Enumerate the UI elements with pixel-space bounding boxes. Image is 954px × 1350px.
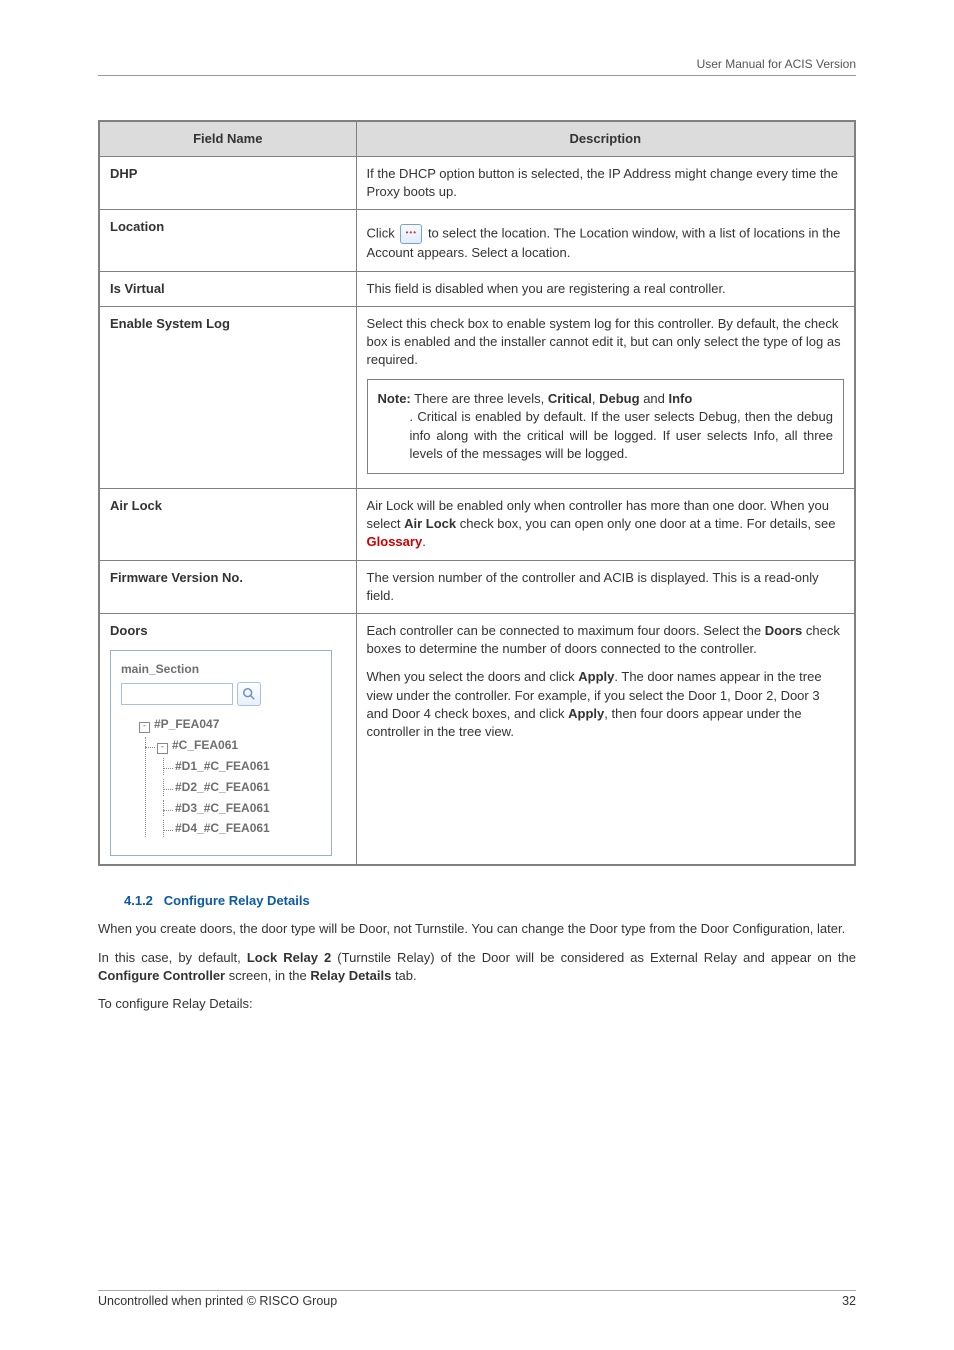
collapse-icon[interactable]: - [139,722,150,733]
field-label: Doors main_Section -#P_FEA047 [99,613,356,865]
field-label: Air Lock [99,489,356,561]
tree-root-label: main_Section [121,662,199,676]
table-header-row: Field Name Description [99,121,855,157]
field-desc: Select this check box to enable system l… [356,306,855,488]
footer-page-number: 32 [842,1293,856,1311]
field-label: Is Virtual [99,271,356,306]
browse-icon[interactable] [400,224,422,244]
tree-search-row [121,682,321,706]
body-paragraph: When you create doors, the door type wil… [98,920,856,938]
section-number: 4.1.2 [124,893,153,908]
search-input[interactable] [121,683,233,705]
field-desc: This field is disabled when you are regi… [356,271,855,306]
note-box: Note: There are three levels, Critical, … [367,379,844,474]
section-heading: 4.1.2 Configure Relay Details [98,892,856,910]
search-icon[interactable] [237,682,261,706]
page-header: User Manual for ACIS Version [98,56,856,80]
field-desc: The version number of the controller and… [356,560,855,613]
tree-leaf[interactable]: #D1_#C_FEA061 [157,758,321,775]
field-label: Enable System Log [99,306,356,488]
table-row: Is Virtual This field is disabled when y… [99,271,855,306]
page-footer: Uncontrolled when printed © RISCO Group … [98,1290,856,1311]
tree-node[interactable]: -#P_FEA047 -#C_FEA061 #D1_#C_FEA061 #D2_… [121,716,321,837]
header-title: User Manual for ACIS Version [697,57,856,71]
field-desc: Air Lock will be enabled only when contr… [356,489,855,561]
tree-node[interactable]: -#C_FEA061 #D1_#C_FEA061 #D2_#C_FEA061 #… [139,737,321,837]
field-desc: Each controller can be connected to maxi… [356,613,855,865]
tree-leaf[interactable]: #D3_#C_FEA061 [157,800,321,817]
page: User Manual for ACIS Version Field Name … [0,0,954,1350]
col-description: Description [356,121,855,157]
table-row: DHP If the DHCP option button is selecte… [99,156,855,209]
section-title: Configure Relay Details [164,893,310,908]
glossary-link[interactable]: Glossary [367,534,423,549]
col-field-name: Field Name [99,121,356,157]
body-paragraph: To configure Relay Details: [98,995,856,1013]
tree-view: main_Section -#P_FEA047 [110,650,332,856]
table-row: Enable System Log Select this check box … [99,306,855,488]
field-description-table: Field Name Description DHP If the DHCP o… [98,120,856,866]
footer-left: Uncontrolled when printed © RISCO Group [98,1293,337,1311]
field-label: Location [99,210,356,271]
table-row: Doors main_Section -#P_FEA047 [99,613,855,865]
collapse-icon[interactable]: - [157,743,168,754]
table-row: Location Click to select the location. T… [99,210,855,271]
tree-leaf[interactable]: #D4_#C_FEA061 [157,820,321,837]
field-label: DHP [99,156,356,209]
table-row: Firmware Version No. The version number … [99,560,855,613]
body-paragraph: In this case, by default, Lock Relay 2 (… [98,949,856,985]
table-row: Air Lock Air Lock will be enabled only w… [99,489,855,561]
tree: -#P_FEA047 -#C_FEA061 #D1_#C_FEA061 #D2_… [121,716,321,837]
field-desc: If the DHCP option button is selected, t… [356,156,855,209]
field-label: Firmware Version No. [99,560,356,613]
field-desc: Click to select the location. The Locati… [356,210,855,271]
tree-leaf[interactable]: #D2_#C_FEA061 [157,779,321,796]
